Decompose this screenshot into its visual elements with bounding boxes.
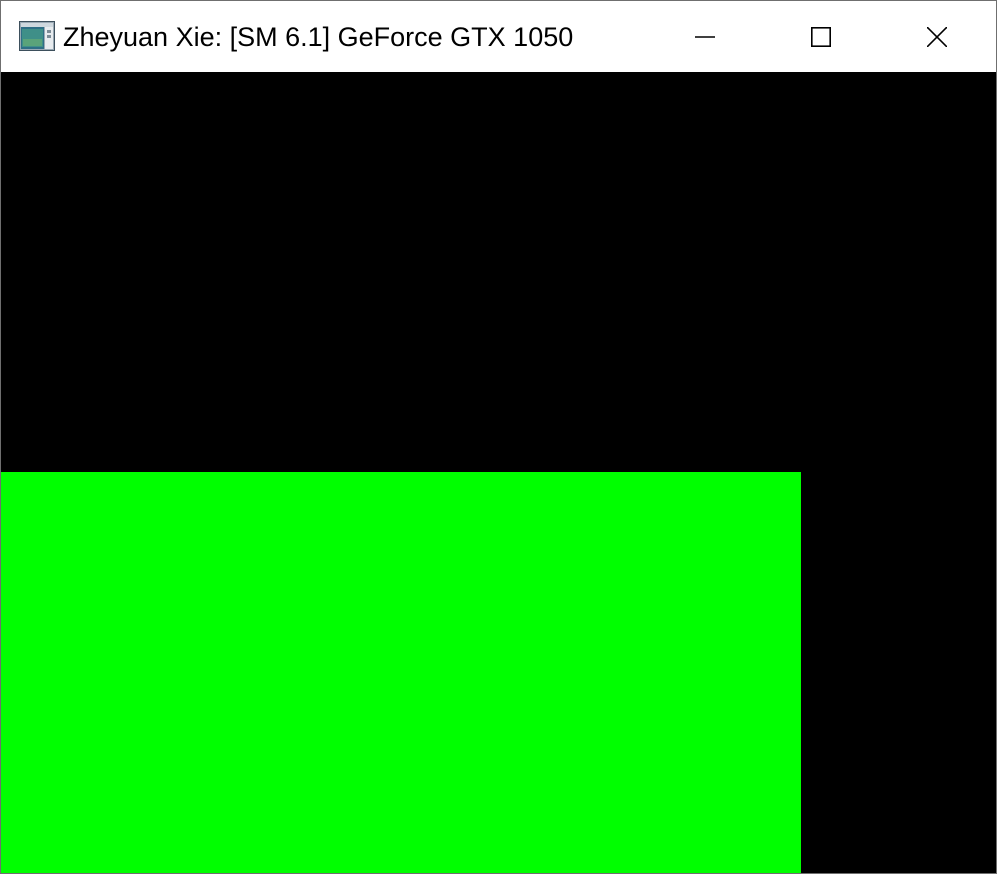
window-title: Zheyuan Xie: [SM 6.1] GeForce GTX 1050	[63, 22, 574, 52]
application-window: Zheyuan Xie: [SM 6.1] GeForce GTX 1050	[0, 0, 997, 874]
green-rectangle	[1, 472, 801, 873]
title-bar[interactable]: Zheyuan Xie: [SM 6.1] GeForce GTX 1050	[1, 1, 996, 72]
minimize-button[interactable]	[647, 1, 763, 72]
close-icon	[927, 26, 947, 47]
close-button[interactable]	[879, 1, 995, 72]
maximize-button[interactable]	[763, 1, 879, 72]
application-window-icon[interactable]	[19, 21, 55, 51]
render-canvas[interactable]	[1, 72, 996, 873]
maximize-icon	[811, 26, 831, 47]
minimize-icon	[695, 35, 715, 38]
